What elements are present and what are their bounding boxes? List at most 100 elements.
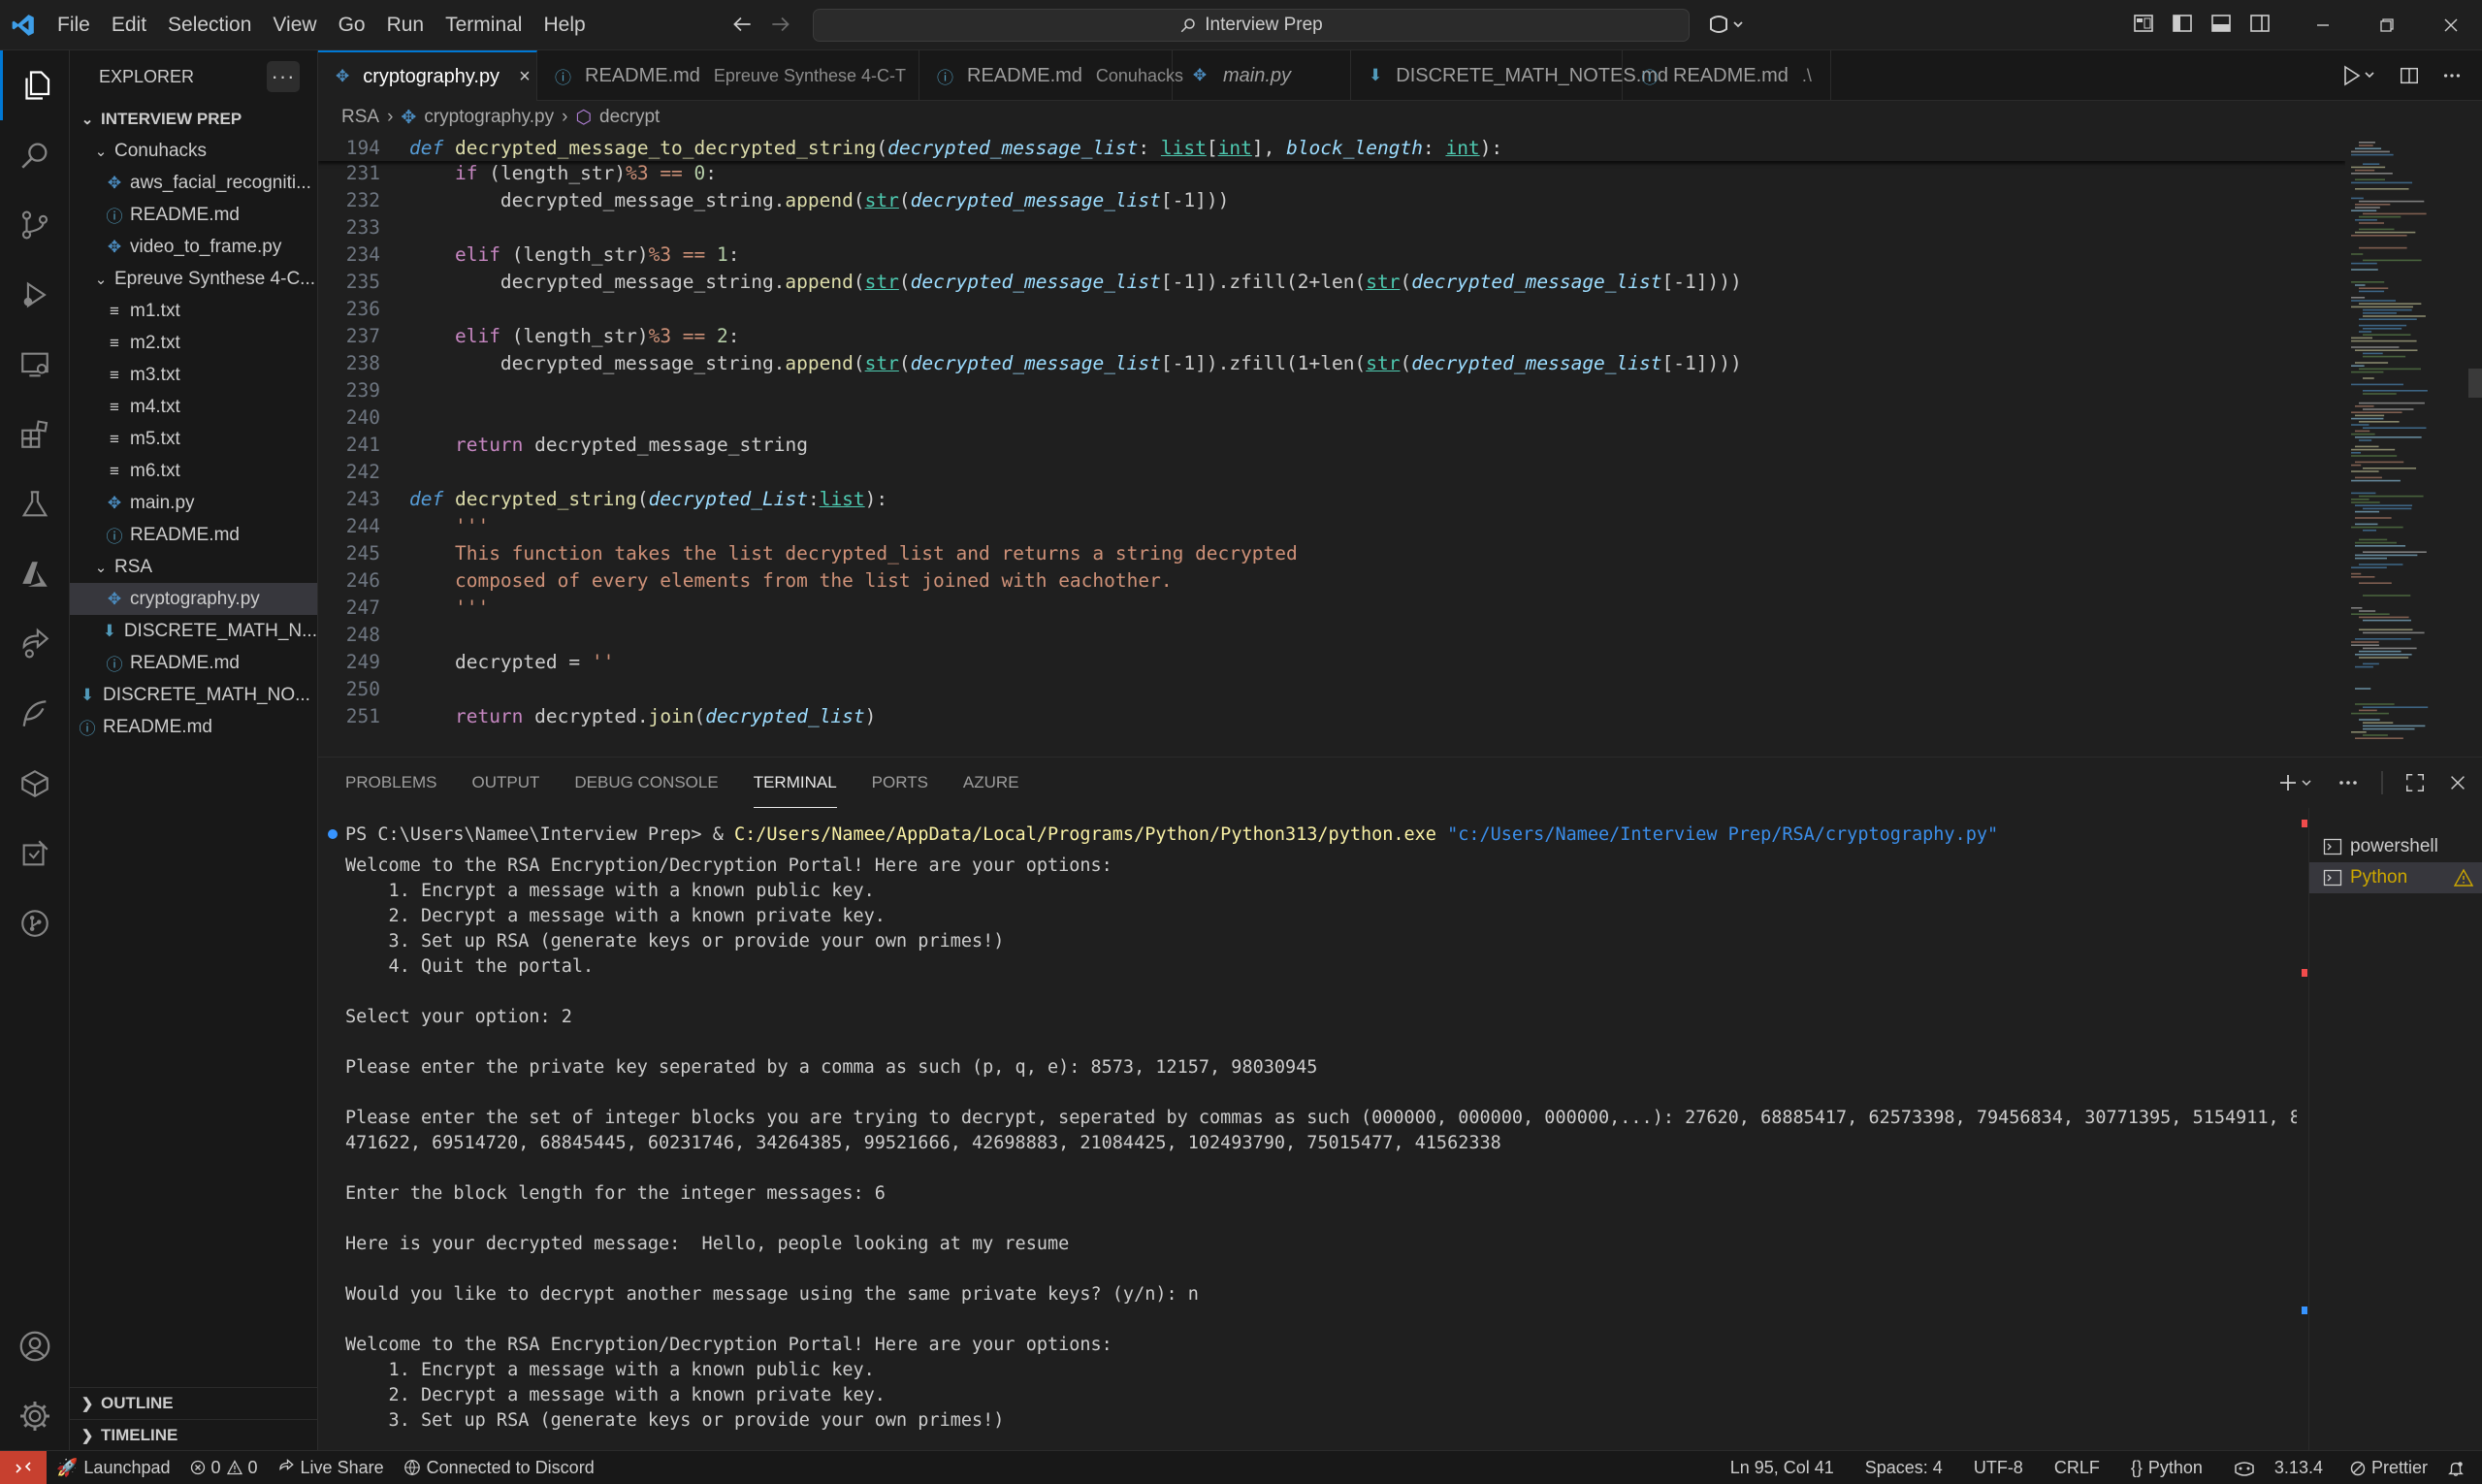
timeline-section[interactable]: ❯ TIMELINE (70, 1419, 317, 1451)
customize-layout-icon[interactable] (2132, 12, 2155, 35)
menu-help[interactable]: Help (532, 0, 596, 50)
tree-file[interactable]: ≡ m5.txt (70, 423, 317, 455)
tab-main-py[interactable]: ✥ main.py (1173, 50, 1351, 101)
editor-scrollbar-thumb[interactable] (2468, 369, 2482, 398)
tree-file[interactable]: ≡ m2.txt (70, 327, 317, 359)
new-terminal-icon[interactable] (2278, 771, 2315, 794)
activity-live-share[interactable] (0, 609, 70, 679)
terminal-item-powershell[interactable]: powershell (2309, 831, 2482, 862)
problems-status[interactable]: 0 0 (180, 1458, 268, 1478)
tab-terminal[interactable]: TERMINAL (753, 758, 837, 808)
tree-file[interactable]: ✥ aws_facial_recogniti... (70, 167, 317, 199)
copilot-status[interactable] (2224, 1460, 2265, 1477)
discord-status[interactable]: Connected to Discord (394, 1458, 604, 1478)
tree-file[interactable]: ⓘ README.md (70, 199, 317, 231)
toggle-primary-sidebar-icon[interactable] (2171, 12, 2194, 35)
notifications-status[interactable] (2437, 1460, 2482, 1477)
launchpad-status[interactable]: 🚀 Launchpad (47, 1458, 180, 1478)
prettier-status[interactable]: Prettier (2340, 1458, 2437, 1478)
tab-discrete-math-notes[interactable]: ⬇ DISCRETE_MATH_NOTES.md (1351, 50, 1668, 101)
tree-file[interactable]: ≡ m4.txt (70, 391, 317, 423)
command-center-search[interactable]: Interview Prep (813, 9, 1690, 42)
tree-file[interactable]: ✥ video_to_frame.py (70, 231, 317, 263)
python-version-status[interactable]: 3.13.4 (2265, 1458, 2340, 1478)
menu-terminal[interactable]: Terminal (435, 0, 532, 50)
cursor-position-status[interactable]: Ln 95, Col 41 (1721, 1458, 1855, 1478)
tab-debug-console[interactable]: DEBUG CONSOLE (574, 758, 718, 808)
tree-file[interactable]: ≡ m1.txt (70, 295, 317, 327)
tab-azure[interactable]: AZURE (963, 758, 1019, 808)
toggle-panel-icon[interactable] (2209, 12, 2233, 35)
tab-ports[interactable]: PORTS (872, 758, 928, 808)
restore-button[interactable] (2355, 0, 2419, 50)
terminal-item-python[interactable]: Python (2309, 862, 2482, 893)
outline-section[interactable]: ❯ OUTLINE (70, 1387, 317, 1419)
split-editor-icon[interactable] (2399, 65, 2420, 86)
menu-view[interactable]: View (262, 0, 327, 50)
menu-file[interactable]: File (47, 0, 101, 50)
tree-file[interactable]: ⬇ DISCRETE_MATH_N... (70, 615, 317, 647)
tree-file[interactable]: ⬇ DISCRETE_MATH_NO... (70, 679, 317, 711)
tree-file[interactable]: ≡ m3.txt (70, 359, 317, 391)
menu-run[interactable]: Run (376, 0, 435, 50)
minimap[interactable] (2345, 134, 2482, 757)
activity-containers[interactable] (0, 749, 70, 819)
copilot-button[interactable] (1707, 12, 1746, 37)
live-share-status[interactable]: Live Share (268, 1458, 394, 1478)
tab-cryptography-py[interactable]: ✥ cryptography.py × (318, 50, 537, 101)
tab-readme-epreuve[interactable]: ⓘ README.md Epreuve Synthese 4-C-T (537, 50, 919, 101)
close-tab-icon[interactable]: × (519, 66, 531, 88)
encoding-status[interactable]: UTF-8 (1964, 1458, 2045, 1478)
toggle-secondary-sidebar-icon[interactable] (2248, 12, 2272, 35)
language-mode-status[interactable]: {} Python (2121, 1458, 2224, 1478)
close-window-button[interactable] (2419, 0, 2482, 50)
minimize-button[interactable] (2291, 0, 2355, 50)
forward-arrow-icon[interactable] (768, 12, 793, 37)
breadcrumb-file[interactable]: cryptography.py (424, 107, 554, 128)
sticky-scroll-line[interactable]: 194 def decrypted_message_to_decrypted_s… (318, 134, 2345, 161)
back-arrow-icon[interactable] (729, 12, 755, 37)
tree-file[interactable]: ⓘ README.md (70, 647, 317, 679)
tree-file[interactable]: ≡ m6.txt (70, 455, 317, 487)
breadcrumb-folder[interactable]: RSA (341, 107, 379, 128)
more-actions-icon[interactable] (2441, 65, 2463, 86)
tab-problems[interactable]: PROBLEMS (345, 758, 436, 808)
tab-readme-root[interactable]: ⓘ README.md .\ (1623, 50, 1831, 101)
tree-file[interactable]: ✥ main.py (70, 487, 317, 519)
explorer-more-actions-button[interactable]: ··· (267, 61, 300, 92)
menu-edit[interactable]: Edit (101, 0, 157, 50)
menu-selection[interactable]: Selection (157, 0, 262, 50)
tab-output[interactable]: OUTPUT (471, 758, 539, 808)
indentation-status[interactable]: Spaces: 4 (1855, 1458, 1964, 1478)
activity-azure[interactable] (0, 539, 70, 609)
breadcrumb-symbol[interactable]: decrypt (599, 107, 660, 128)
tree-folder[interactable]: ⌄ Epreuve Synthese 4-C... (70, 263, 317, 295)
tree-folder[interactable]: ⌄ Conuhacks (70, 135, 317, 167)
workspace-root-folder[interactable]: ⌄ INTERVIEW PREP (70, 103, 317, 135)
remote-indicator-button[interactable] (0, 1450, 47, 1484)
menu-go[interactable]: Go (328, 0, 376, 50)
maximize-panel-icon[interactable] (2404, 772, 2426, 793)
tab-readme-conuhacks[interactable]: ⓘ README.md Conuhacks (919, 50, 1183, 101)
run-python-icon[interactable] (2342, 65, 2377, 86)
activity-run-debug[interactable] (0, 260, 70, 330)
activity-extensions[interactable] (0, 400, 70, 469)
activity-extension-panel[interactable] (0, 819, 70, 888)
activity-remote-explorer[interactable] (0, 330, 70, 400)
eol-status[interactable]: CRLF (2045, 1458, 2121, 1478)
tree-file[interactable]: ⓘ README.md (70, 711, 317, 743)
activity-source-control[interactable] (0, 190, 70, 260)
more-actions-icon[interactable] (2337, 771, 2360, 794)
activity-manage[interactable] (0, 1381, 70, 1451)
activity-docker[interactable] (0, 679, 70, 749)
activity-git-graph[interactable] (0, 888, 70, 958)
activity-explorer[interactable] (0, 50, 70, 120)
activity-search[interactable] (0, 120, 70, 190)
terminal-output[interactable]: PS C:\Users\Namee\Interview Prep> & C:/U… (318, 808, 2297, 1451)
tree-folder[interactable]: ⌄ RSA (70, 551, 317, 583)
close-panel-icon[interactable] (2447, 772, 2468, 793)
tree-file[interactable]: ✥ cryptography.py (70, 583, 317, 615)
code-editor[interactable]: 194 def decrypted_message_to_decrypted_s… (318, 134, 2345, 757)
activity-accounts[interactable] (0, 1311, 70, 1381)
activity-testing[interactable] (0, 469, 70, 539)
